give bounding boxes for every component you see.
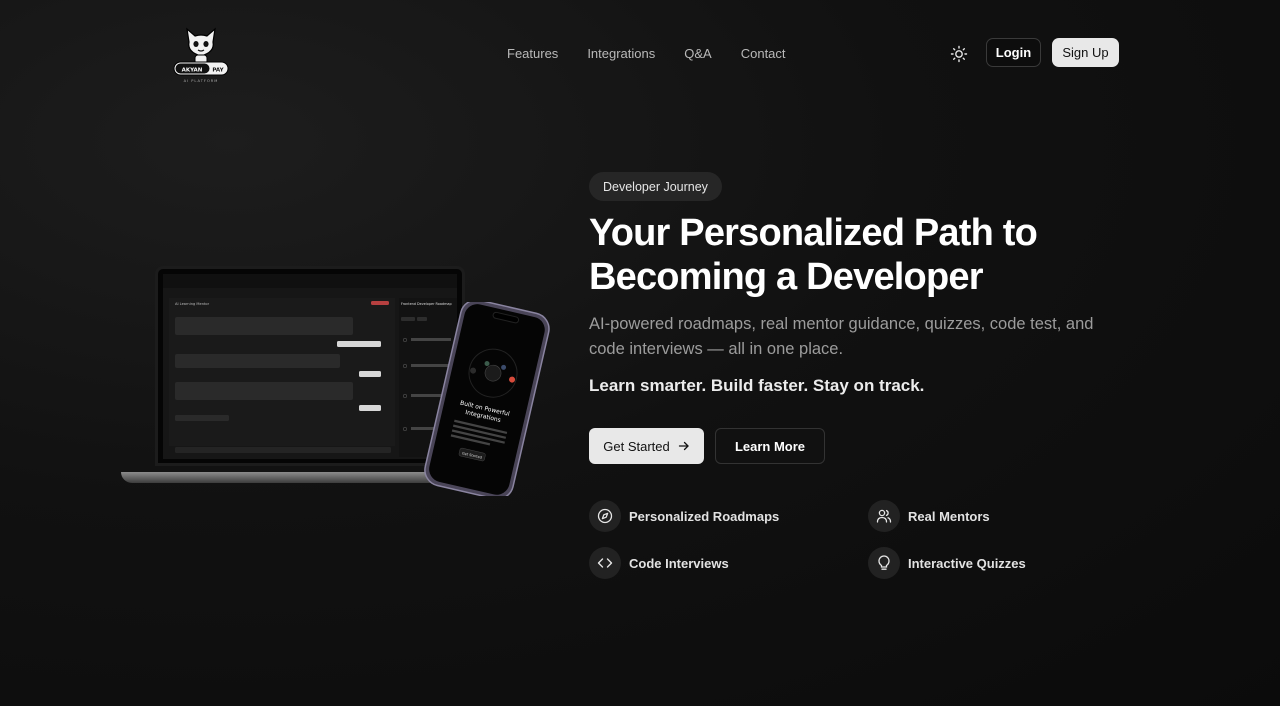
code-icon: [589, 547, 621, 579]
feature-label: Interactive Quizzes: [908, 555, 1026, 571]
logo[interactable]: AKYAN PAY AI PLATFORM: [172, 24, 230, 86]
get-started-button[interactable]: Get Started: [589, 428, 704, 464]
learn-more-button[interactable]: Learn More: [715, 428, 825, 464]
compass-icon: [589, 500, 621, 532]
nav-features[interactable]: Features: [507, 46, 558, 61]
users-icon: [868, 500, 900, 532]
lightbulb-icon: [868, 547, 900, 579]
feature-real-mentors: Real Mentors: [868, 500, 990, 532]
nav-qa[interactable]: Q&A: [684, 46, 711, 61]
hero-title: Your Personalized Path to Becoming a Dev…: [589, 212, 1038, 298]
get-started-label: Get Started: [603, 438, 670, 454]
feature-interactive-quizzes: Interactive Quizzes: [868, 547, 1026, 579]
feature-label: Real Mentors: [908, 508, 990, 524]
svg-text:PAY: PAY: [212, 68, 224, 74]
main-nav: Features Integrations Q&A Contact: [507, 46, 786, 61]
logo-text-main: AKYAN: [182, 68, 203, 74]
hero-subtitle: AI-powered roadmaps, real mentor guidanc…: [589, 315, 1094, 358]
nav-integrations[interactable]: Integrations: [587, 46, 655, 61]
laptop-app-title: AI Learning Mentor: [175, 302, 210, 306]
sun-icon[interactable]: [950, 45, 968, 63]
nav-contact[interactable]: Contact: [741, 46, 786, 61]
hero-tagline: Learn smarter. Build faster. Stay on tra…: [589, 376, 925, 395]
feature-label: Personalized Roadmaps: [629, 508, 780, 524]
signup-button[interactable]: Sign Up: [1052, 38, 1119, 67]
login-button[interactable]: Login: [986, 38, 1041, 67]
feature-label: Code Interviews: [629, 555, 729, 571]
phone-mockup: Built on Powerful Integrations Get Start…: [424, 302, 550, 496]
feature-code-interviews: Code Interviews: [589, 547, 729, 579]
svg-text:AI PLATFORM: AI PLATFORM: [184, 79, 219, 83]
feature-personalized-roadmaps: Personalized Roadmaps: [589, 500, 779, 532]
hero-badge: Developer Journey: [589, 172, 722, 201]
arrow-right-icon: [678, 441, 689, 451]
